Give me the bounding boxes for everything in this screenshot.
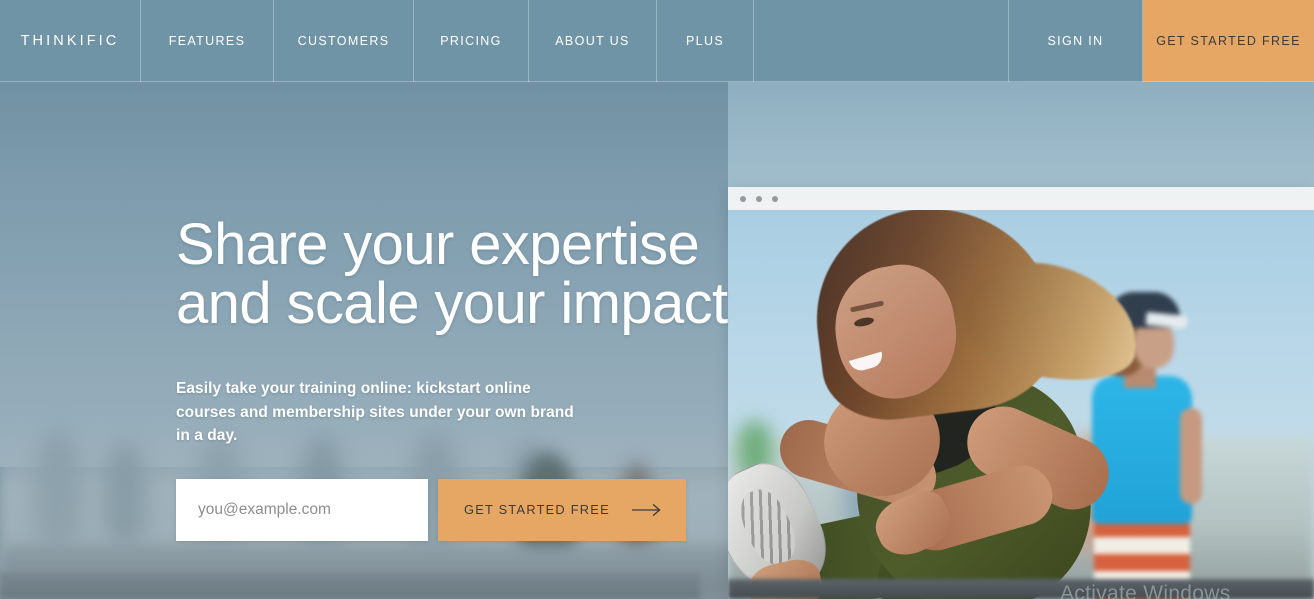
hero-subheadline-line-2: and membership sites under your own bran… xyxy=(176,403,574,445)
main-navigation-bar: THINKIFIC FEATURES CUSTOMERS PRICING ABO… xyxy=(0,0,1314,82)
nav-item-features[interactable]: FEATURES xyxy=(141,0,274,82)
hero-copy-block: Share your expertise and scale your impa… xyxy=(176,215,736,541)
window-dot-icon xyxy=(756,195,762,202)
hero-cta-label: GET STARTED FREE xyxy=(464,502,610,518)
nav-item-plus[interactable]: PLUS xyxy=(657,0,754,82)
nav-spacer xyxy=(754,0,1009,82)
hero-page: THINKIFIC FEATURES CUSTOMERS PRICING ABO… xyxy=(0,0,1314,599)
hero-headline: Share your expertise and scale your impa… xyxy=(176,215,736,333)
nav-sign-in-link[interactable]: SIGN IN xyxy=(1009,0,1143,82)
email-input[interactable] xyxy=(176,478,428,541)
window-dot-icon xyxy=(772,195,778,202)
window-dot-icon xyxy=(740,195,746,202)
nav-item-about-us[interactable]: ABOUT US xyxy=(529,0,657,82)
hero-headline-line-1: Share your expertise xyxy=(176,212,700,277)
browser-chrome-bar xyxy=(728,187,1314,210)
browser-mockup-window xyxy=(728,187,1314,599)
nav-item-customers[interactable]: CUSTOMERS xyxy=(274,0,414,82)
nav-item-pricing[interactable]: PRICING xyxy=(414,0,529,82)
photo-athlete-stretching xyxy=(728,210,1314,599)
site-logo[interactable]: THINKIFIC xyxy=(0,0,141,82)
hero-headline-line-2: and scale your impact xyxy=(176,271,728,337)
hero-get-started-free-button[interactable]: GET STARTED FREE xyxy=(438,478,686,541)
hero-signup-form: GET STARTED FREE xyxy=(176,478,736,541)
arrow-right-icon xyxy=(631,503,661,516)
nav-get-started-free-button[interactable]: GET STARTED FREE xyxy=(1143,0,1314,82)
browser-content-photo xyxy=(728,210,1314,599)
photo-mat xyxy=(728,579,1314,599)
hero-subheadline: Easily take your training online: kickst… xyxy=(176,377,576,448)
